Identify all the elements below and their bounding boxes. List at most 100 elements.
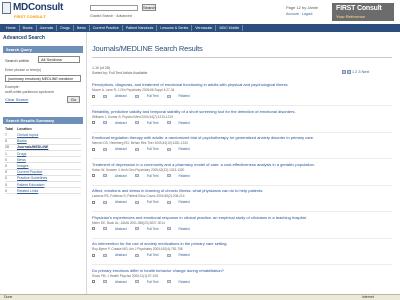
result-checkbox[interactable]: [92, 121, 95, 124]
result-action-link[interactable]: Related: [179, 121, 190, 125]
nav-item-current-practice[interactable]: Current Practice: [90, 25, 123, 31]
email-icon[interactable]: [347, 70, 351, 74]
result-checkbox[interactable]: [92, 94, 95, 98]
browser-status-bar: Done Internet: [0, 294, 400, 300]
document-icon: [134, 280, 139, 283]
result-checkbox[interactable]: [92, 227, 95, 230]
security-zone: Internet: [362, 295, 374, 299]
result-item: Emotional regulation therapy with adults…: [92, 135, 392, 159]
go-button[interactable]: Go: [67, 96, 80, 103]
logo-icon: [2, 2, 11, 14]
document-icon: [134, 253, 139, 257]
header-search-input[interactable]: [90, 5, 138, 11]
result-title-link[interactable]: Physician's experiences and emotional re…: [92, 215, 392, 220]
result-actions: Abstract Full Text Related: [92, 280, 392, 284]
header-search-button[interactable]: Search: [142, 4, 156, 11]
nav-item-home[interactable]: Home: [3, 25, 20, 31]
result-divider: [92, 158, 392, 159]
result-checkbox[interactable]: [92, 253, 95, 257]
result-action-link[interactable]: Full Text: [147, 121, 159, 125]
example-label: Example:: [5, 85, 20, 89]
nav-item-news[interactable]: News: [74, 25, 90, 31]
result-action-link[interactable]: Abstract: [115, 253, 127, 257]
result-action-link[interactable]: Abstract: [115, 280, 127, 284]
result-action-link[interactable]: Abstract: [115, 227, 127, 231]
document-icon: [103, 253, 107, 257]
result-divider: [92, 264, 392, 265]
result-action-link[interactable]: Related: [179, 280, 190, 284]
status-text: Done: [4, 295, 13, 299]
result-title-link[interactable]: Perceptions, diagnosis, and treatment of…: [92, 82, 392, 87]
nav-item-patient-handouts[interactable]: Patient Handouts: [123, 25, 158, 31]
result-divider: [92, 237, 392, 239]
result-action-link[interactable]: Related: [179, 147, 190, 151]
nav-item-drugs[interactable]: Drugs: [57, 25, 74, 31]
result-action-link[interactable]: Full Text: [147, 253, 159, 257]
result-action-link[interactable]: Abstract: [115, 174, 127, 178]
result-divider: [92, 131, 392, 133]
clear-search-link[interactable]: Clear Search: [5, 97, 28, 102]
nav-item-vernacular[interactable]: Vernacular: [192, 25, 217, 31]
result-action-link[interactable]: Abstract: [115, 94, 127, 98]
search-within-label: Search within: [5, 58, 30, 63]
search-term-hint: Enter phrase or term(s): [5, 68, 42, 72]
result-checkbox[interactable]: [92, 200, 95, 204]
print-icon[interactable]: [342, 70, 346, 74]
panel-divider: [86, 32, 87, 294]
result-action-link[interactable]: Abstract: [115, 147, 127, 151]
result-action-link[interactable]: Related: [179, 227, 190, 231]
result-action-link[interactable]: Full Text: [147, 227, 159, 231]
result-action-link[interactable]: Full Text: [147, 280, 159, 284]
result-citation: Lazarus RS, Folkman S; Patient Educ Coun…: [92, 194, 185, 198]
search-within-select[interactable]: All Sections: [38, 56, 80, 63]
result-item: Affect, emotions and stress in learning …: [92, 188, 392, 212]
summary-location-link[interactable]: Related Links: [17, 187, 81, 195]
result-action-link[interactable]: Full Text: [147, 200, 159, 204]
result-action-link[interactable]: Abstract: [115, 121, 127, 125]
result-checkbox[interactable]: [92, 147, 95, 151]
mdconsult-logo[interactable]: MDConsult: [13, 2, 63, 13]
document-icon: [134, 174, 139, 177]
result-count: 1-10 (of 28): [92, 66, 111, 70]
search-term-input[interactable]: (summary emotions) MEDLINE:medicine: [5, 75, 81, 82]
result-title-link[interactable]: Affect, emotions and stress in learning …: [92, 188, 392, 193]
result-title-link[interactable]: Reliability, predictive validity and tem…: [92, 109, 392, 114]
result-action-link[interactable]: Full Text: [147, 174, 159, 178]
document-icon: [103, 147, 107, 151]
result-title-link[interactable]: An intervention for the use of anxiety m…: [92, 241, 392, 246]
result-divider: [92, 211, 392, 212]
example-text: wolff-white-parkinson syndrome: [5, 90, 55, 94]
result-citation: Williams J, Kumar S; Psychol Med 2004;34…: [92, 114, 173, 119]
result-actions: Abstract Full Text Related: [92, 147, 392, 151]
result-actions: Abstract Full Text Related: [92, 94, 392, 98]
result-action-link[interactable]: Full Text: [147, 94, 159, 98]
result-action-link[interactable]: Related: [179, 94, 190, 98]
result-action-link[interactable]: Related: [179, 200, 190, 204]
result-title-link[interactable]: Do primary emotions differ in health beh…: [92, 268, 392, 273]
result-actions: Abstract Full Text Related: [92, 200, 392, 204]
result-citation: Sirois FM; J Health Psychol 2006;11(1):9…: [92, 273, 158, 278]
result-action-link[interactable]: Related: [179, 253, 190, 257]
pager[interactable]: 1 2 3 Next: [352, 70, 369, 74]
nav-item-books[interactable]: Books: [20, 25, 37, 31]
document-icon: [166, 121, 171, 124]
sort-text: Sorted by: Full Text Article Available: [92, 71, 148, 75]
account-links[interactable]: Account · Logout: [286, 12, 312, 16]
nav-item-journals[interactable]: Journals: [37, 25, 58, 31]
first-consult-logo[interactable]: FIRST Consult Your Reference: [332, 3, 394, 21]
result-action-link[interactable]: Related: [179, 174, 190, 178]
result-title-link[interactable]: Treatment of depression in a community a…: [92, 162, 392, 167]
document-icon: [166, 200, 171, 204]
search-query-header: Search Query: [3, 46, 83, 53]
nav-item-lessons[interactable]: Lessons & Series: [157, 25, 193, 31]
result-checkbox[interactable]: [92, 174, 95, 177]
result-citation: Moore A, Lane R; J Clin Psychiatry 2005;…: [92, 88, 175, 92]
header-search-links[interactable]: Guided Search · Advanced: [90, 14, 132, 18]
summary-row[interactable]: 0 Related Links: [5, 187, 81, 195]
result-title-link[interactable]: Emotional regulation therapy with adults…: [92, 135, 392, 140]
nav-item-mobile[interactable]: MDC Mobile: [216, 25, 244, 31]
result-checkbox[interactable]: [92, 280, 95, 283]
result-action-link[interactable]: Abstract: [115, 200, 127, 204]
result-action-link[interactable]: Full Text: [147, 147, 159, 151]
document-icon: [103, 200, 107, 204]
